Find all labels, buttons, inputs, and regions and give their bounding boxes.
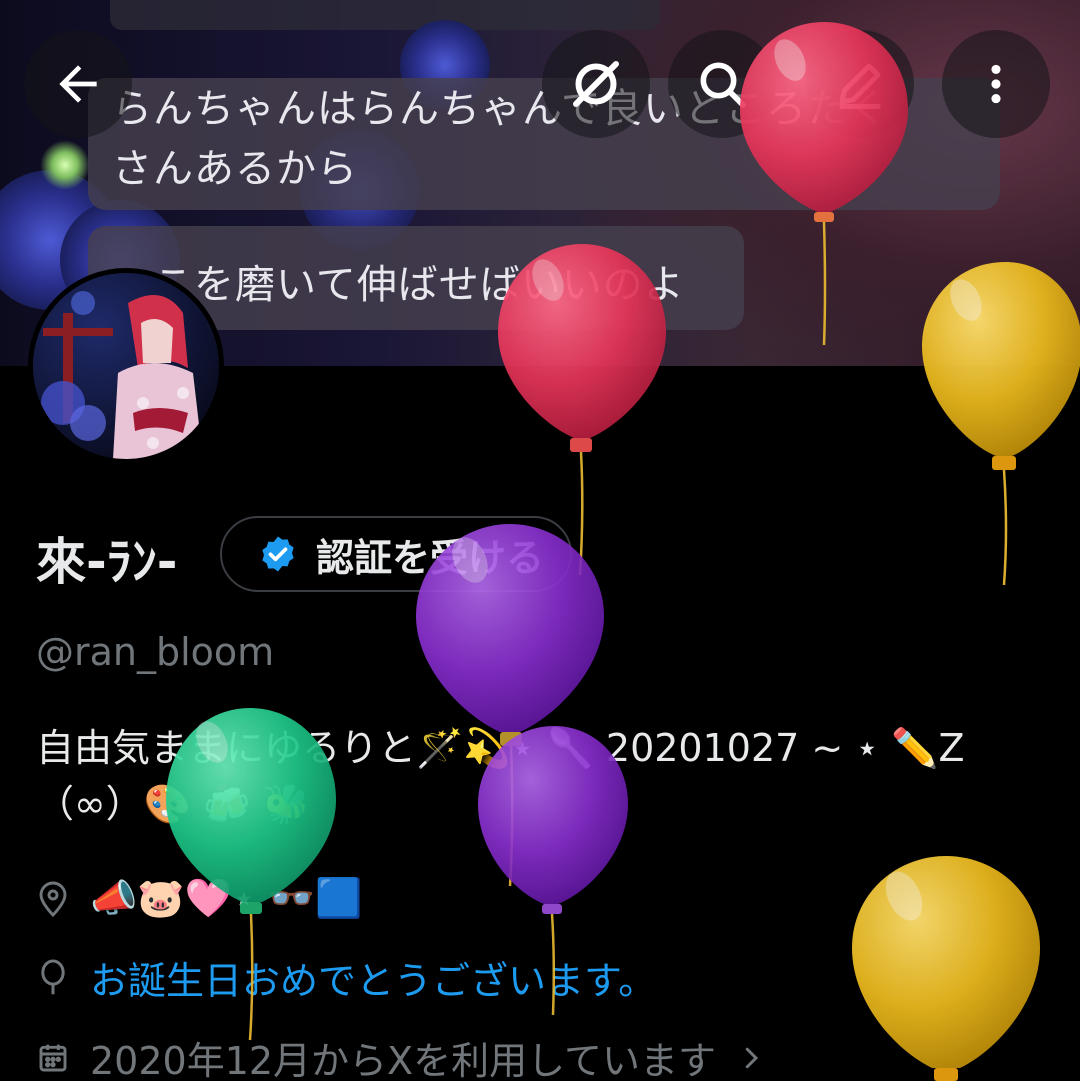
arrow-left-icon [59,65,97,103]
bio-line: （∞）🎨 🍻 🐝 [36,782,310,826]
joined-date-text: 2020年12月からXを利用しています [90,1039,716,1081]
location-row: 📣🐷🩷⋆ 👓🟦 [36,876,362,921]
more-vertical-icon [991,64,1001,104]
birthday-text: お誕生日おめでとうございます。 [90,959,657,1003]
banner-decoration [110,0,660,30]
birthday-row: お誕生日おめでとうございます。 [36,950,656,1005]
verified-badge-icon [262,536,294,572]
search-button[interactable] [668,30,776,138]
bio-line: 自由気ままにゆるりと🪄💫⋆ 🥄 20201027 ~ ⋆ ✏️Z [36,726,965,770]
search-icon [700,62,746,108]
edit-icon [839,63,881,109]
joined-row[interactable]: 2020年12月からXを利用しています [36,1030,766,1081]
calendar-icon [36,1039,70,1077]
balloon-icon [36,959,70,997]
back-button[interactable] [24,30,132,138]
banner-text-line: さんあるから [112,146,358,192]
location-pin-icon [36,880,70,918]
balloon-yellow [852,856,1040,1081]
location-text: 📣🐷🩷⋆ 👓🟦 [90,876,363,920]
grok-icon [573,61,619,107]
bio: 自由気ままにゆるりと🪄💫⋆ 🥄 20201027 ~ ⋆ ✏️Z （∞）🎨 🍻 … [36,720,965,832]
avatar[interactable] [28,268,224,464]
more-button[interactable] [942,30,1050,138]
edit-button[interactable] [806,30,914,138]
firefly-glow [40,140,90,190]
chevron-right-icon [745,1047,759,1068]
get-verified-button[interactable]: 認証を受ける [220,516,572,592]
display-name: 來-ﾗﾝ- [36,533,178,591]
get-verified-label: 認証を受ける [316,535,545,580]
user-handle: @ran_bloom [36,630,275,674]
avatar-illustration [33,273,219,459]
grok-button[interactable] [542,30,650,138]
